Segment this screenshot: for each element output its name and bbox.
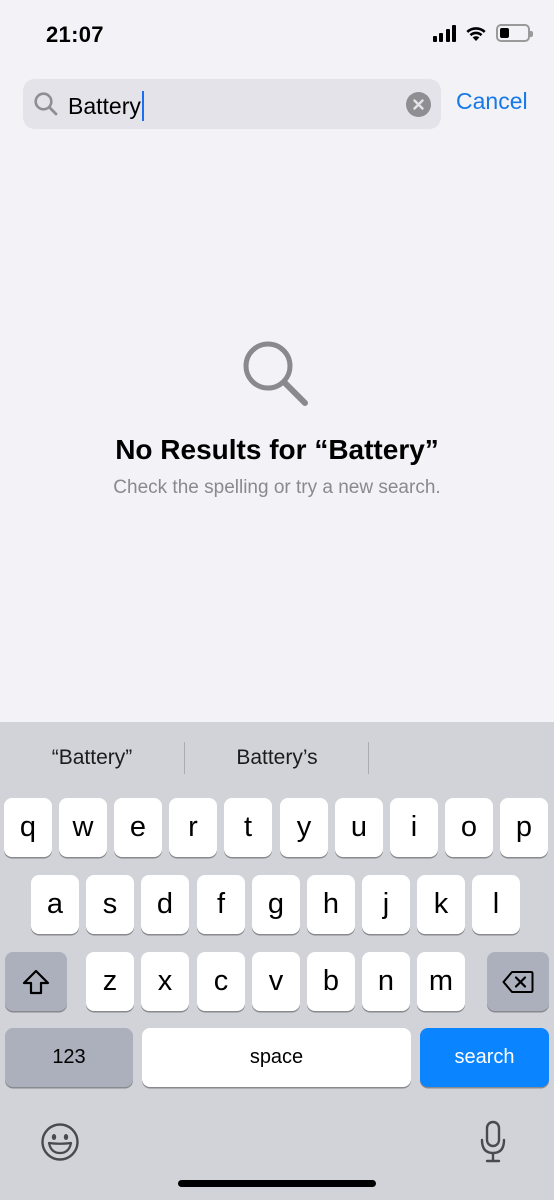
search-field[interactable]: Battery — [23, 79, 441, 129]
key-c[interactable]: c — [197, 952, 245, 1011]
key-p[interactable]: p — [500, 798, 548, 857]
clear-button[interactable] — [406, 92, 431, 117]
key-h[interactable]: h — [307, 875, 355, 934]
key-v[interactable]: v — [252, 952, 300, 1011]
key-x[interactable]: x — [141, 952, 189, 1011]
wifi-icon — [466, 27, 486, 41]
key-m[interactable]: m — [417, 952, 465, 1011]
status-bar: 21:07 — [0, 0, 554, 64]
key-o[interactable]: o — [445, 798, 493, 857]
key-a[interactable]: a — [31, 875, 79, 934]
space-key[interactable]: space — [142, 1028, 411, 1087]
search-query: Battery — [68, 92, 141, 119]
delete-key[interactable] — [487, 952, 549, 1011]
key-t[interactable]: t — [224, 798, 272, 857]
key-l[interactable]: l — [472, 875, 520, 934]
empty-state-subtitle: Check the spelling or try a new search. — [113, 477, 441, 498]
emoji-icon[interactable] — [40, 1122, 80, 1162]
cancel-button[interactable]: Cancel — [456, 88, 528, 115]
shift-key[interactable] — [5, 952, 67, 1011]
key-g[interactable]: g — [252, 875, 300, 934]
key-w[interactable]: w — [59, 798, 107, 857]
key-q[interactable]: q — [4, 798, 52, 857]
numbers-key[interactable]: 123 — [5, 1028, 133, 1087]
key-n[interactable]: n — [362, 952, 410, 1011]
empty-state-title: No Results for “Battery” — [115, 434, 439, 465]
status-time: 21:07 — [46, 22, 104, 47]
search-icon — [34, 92, 58, 116]
text-caret — [141, 91, 145, 121]
suggestion-1[interactable]: “Battery” — [2, 746, 182, 770]
suggestion-2[interactable]: Battery’s — [187, 746, 367, 770]
suggestion-bar: “Battery” Battery’s — [0, 722, 554, 794]
key-u[interactable]: u — [335, 798, 383, 857]
clear-icon — [413, 99, 424, 110]
battery-icon — [496, 24, 533, 42]
keyboard: “Battery” Battery’s q w e r t y u i o p … — [0, 722, 554, 1200]
cellular-signal-icon — [432, 24, 456, 42]
battery-level — [500, 28, 510, 38]
delete-icon — [502, 970, 534, 993]
microphone-icon[interactable] — [479, 1120, 507, 1164]
key-j[interactable]: j — [362, 875, 410, 934]
suggestion-divider — [184, 742, 185, 774]
key-s[interactable]: s — [86, 875, 134, 934]
key-i[interactable]: i — [390, 798, 438, 857]
key-d[interactable]: d — [141, 875, 189, 934]
magnifying-glass-icon — [243, 341, 308, 406]
key-k[interactable]: k — [417, 875, 465, 934]
key-e[interactable]: e — [114, 798, 162, 857]
key-f[interactable]: f — [197, 875, 245, 934]
suggestion-divider — [368, 742, 369, 774]
key-b[interactable]: b — [307, 952, 355, 1011]
key-r[interactable]: r — [169, 798, 217, 857]
key-z[interactable]: z — [86, 952, 134, 1011]
key-y[interactable]: y — [280, 798, 328, 857]
status-icons — [432, 24, 533, 42]
search-input[interactable]: Battery — [68, 91, 145, 121]
search-key[interactable]: search — [420, 1028, 549, 1087]
shift-icon — [22, 969, 50, 994]
home-indicator[interactable] — [178, 1180, 376, 1187]
